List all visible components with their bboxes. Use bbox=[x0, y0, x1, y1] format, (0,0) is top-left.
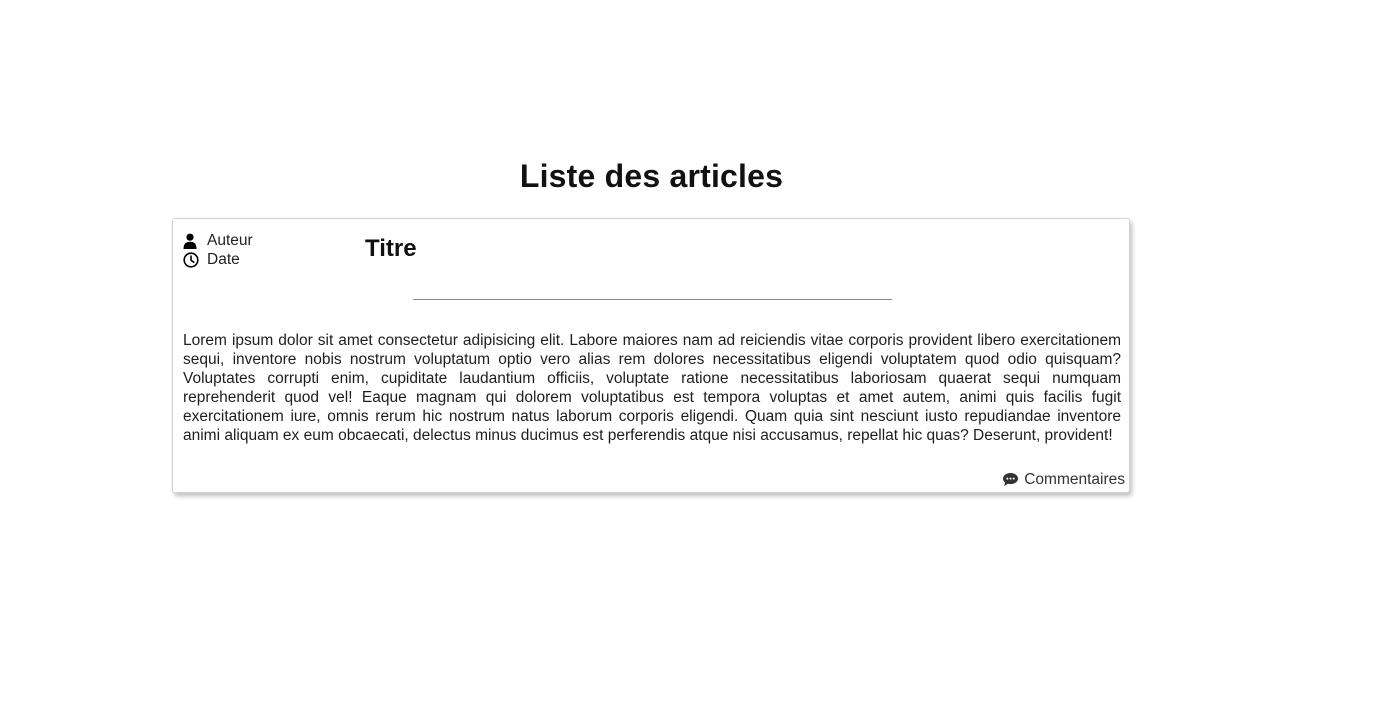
date-label: Date bbox=[207, 251, 240, 268]
comments-icon bbox=[1002, 472, 1019, 487]
author-label: Auteur bbox=[207, 232, 253, 249]
article-title[interactable]: Titre bbox=[365, 235, 417, 263]
page-title: Liste des articles bbox=[519, 158, 784, 194]
article-card: Auteur Date Titre Lorem ipsum dolor sit … bbox=[172, 218, 1130, 493]
article-body: Lorem ipsum dolor sit amet consectetur a… bbox=[183, 332, 1121, 444]
clock-icon bbox=[183, 251, 199, 268]
title-divider bbox=[413, 299, 892, 300]
date-row: Date bbox=[183, 250, 253, 269]
author-row: Auteur bbox=[183, 231, 253, 250]
user-icon bbox=[183, 233, 199, 249]
comments-link[interactable]: Commentaires bbox=[1002, 470, 1125, 489]
article-meta: Auteur Date bbox=[183, 231, 253, 269]
comments-label[interactable]: Commentaires bbox=[1024, 470, 1125, 489]
